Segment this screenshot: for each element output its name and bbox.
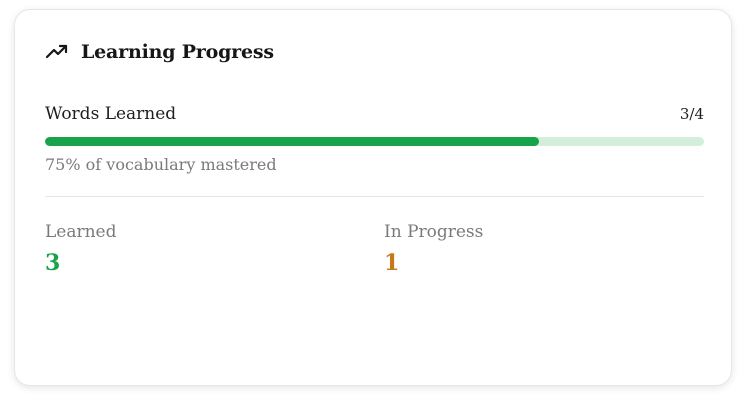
words-learned-count: 3/4 [679, 105, 704, 123]
learned-stat-value: 3 [45, 250, 61, 276]
card-title: Learning Progress [81, 41, 274, 63]
learned-stat-label: Learned [45, 222, 117, 242]
learned-stat: Learned 3 [45, 222, 117, 276]
in-progress-stat-value: 1 [384, 250, 400, 276]
in-progress-stat: In Progress 1 [384, 222, 483, 276]
mastered-percentage-text: 75% of vocabulary mastered [45, 155, 277, 174]
words-learned-row: Words Learned 3/4 [45, 104, 704, 124]
card-header: Learning Progress [45, 40, 274, 64]
words-learned-label: Words Learned [45, 104, 177, 124]
trending-up-icon [45, 40, 69, 64]
vocabulary-progress-fill [45, 137, 540, 146]
divider [45, 196, 704, 197]
in-progress-stat-label: In Progress [384, 222, 484, 242]
vocabulary-progress-bar [45, 137, 704, 146]
learning-progress-card: Learning Progress Words Learned 3/4 75% … [14, 9, 732, 386]
